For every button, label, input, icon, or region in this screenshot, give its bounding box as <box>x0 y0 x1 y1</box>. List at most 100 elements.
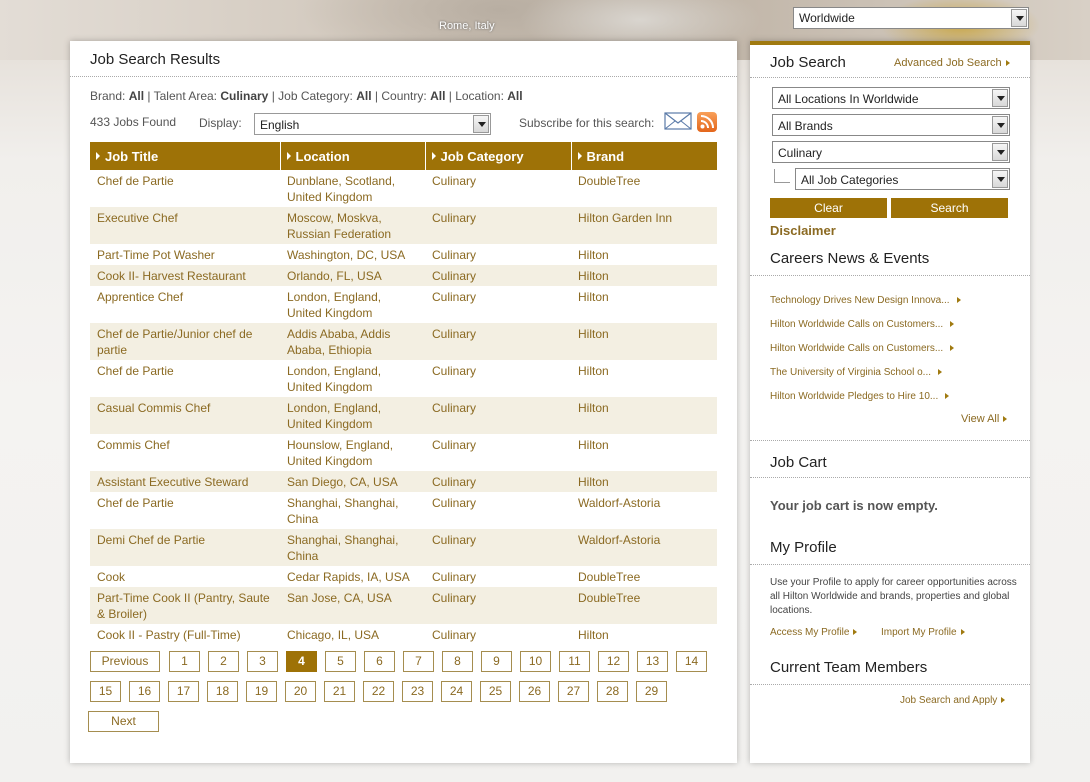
page-button[interactable]: 5 <box>325 651 356 672</box>
page-button[interactable]: 25 <box>480 681 511 702</box>
brand-select[interactable]: All Brands <box>772 114 1010 136</box>
table-row[interactable]: Cook II- Harvest Restaurant Orlando, FL, … <box>90 265 717 286</box>
page-button[interactable]: 8 <box>442 651 473 672</box>
table-row[interactable]: Cook II - Pastry (Full-Time) Chicago, IL,… <box>90 624 717 645</box>
table-row[interactable]: Assistant Executive Steward San Diego, CA… <box>90 471 717 492</box>
table-row[interactable]: Commis Chef Hounslow, England, United Kin… <box>90 434 717 471</box>
table-row[interactable]: Chef de Partie Dunblane, Scotland, United… <box>90 170 717 207</box>
job-title-cell[interactable]: Commis Chef <box>90 434 280 471</box>
language-select[interactable]: English <box>254 113 491 135</box>
table-row[interactable]: Chef de Partie London, England, United Ki… <box>90 360 717 397</box>
region-select[interactable]: Worldwide <box>793 7 1029 29</box>
access-profile-link[interactable]: Access My Profile <box>770 627 858 638</box>
page-button[interactable]: 6 <box>364 651 395 672</box>
category-cell: Culinary <box>432 174 477 188</box>
email-subscribe-icon[interactable] <box>664 111 692 131</box>
search-button[interactable]: Search <box>891 198 1008 218</box>
previous-page-button[interactable]: Previous <box>90 651 160 672</box>
page-button[interactable]: 3 <box>247 651 278 672</box>
page-button[interactable]: 20 <box>285 681 316 702</box>
location-cell: London, England, United Kingdom <box>287 290 382 320</box>
page-button[interactable]: 17 <box>168 681 199 702</box>
category-cell: Culinary <box>425 323 571 360</box>
job-title-cell[interactable]: Casual Commis Chef <box>90 397 280 434</box>
advanced-job-search-link[interactable]: Advanced Job Search <box>894 57 1010 69</box>
page-button[interactable]: 7 <box>403 651 434 672</box>
page-button[interactable]: 23 <box>402 681 433 702</box>
page-button[interactable]: 28 <box>597 681 628 702</box>
table-row[interactable]: Apprentice Chef London, England, United K… <box>90 286 717 323</box>
page-button[interactable]: 9 <box>481 651 512 672</box>
page-button[interactable]: 10 <box>520 651 551 672</box>
job-title-cell[interactable]: Chef de Partie <box>90 360 280 397</box>
job-title-cell[interactable]: Cook II- Harvest Restaurant <box>90 265 280 286</box>
talent-area-select[interactable]: Culinary <box>772 141 1010 163</box>
job-title-cell[interactable]: Part-Time Cook II (Pantry, Saute & Broil… <box>90 587 280 624</box>
page-button[interactable]: 13 <box>637 651 668 672</box>
job-title-cell[interactable]: Demi Chef de Partie <box>90 529 280 566</box>
brand-cell: DoubleTree <box>571 587 717 624</box>
column-header-job-category[interactable]: Job Category <box>425 142 572 170</box>
language-select-value: English <box>260 118 300 132</box>
job-title-cell[interactable]: Cook II - Pastry (Full-Time) <box>90 624 280 645</box>
arrow-right-icon <box>950 321 955 327</box>
results-table: Job Title Location Job Category Brand Ch… <box>90 142 717 645</box>
table-row[interactable]: Part-Time Cook II (Pantry, Saute & Broil… <box>90 587 717 624</box>
page-button[interactable]: 15 <box>90 681 121 702</box>
page-button[interactable]: 29 <box>636 681 667 702</box>
display-label: Display: <box>199 116 242 130</box>
divider <box>750 477 1030 478</box>
page-button[interactable]: 19 <box>246 681 277 702</box>
table-row[interactable]: Casual Commis Chef London, England, Unite… <box>90 397 717 434</box>
import-profile-link[interactable]: Import My Profile <box>881 627 965 638</box>
job-title-cell[interactable]: Chef de Partie <box>90 492 280 529</box>
table-row[interactable]: Part-Time Pot Washer Washington, DC, USA C… <box>90 244 717 265</box>
page-button[interactable]: 27 <box>558 681 589 702</box>
page-button[interactable]: 18 <box>207 681 238 702</box>
column-header-job-title[interactable]: Job Title <box>90 142 281 170</box>
disclaimer-link[interactable]: Disclaimer <box>770 223 836 238</box>
table-row[interactable]: Chef de Partie Shanghai, Shanghai, China C… <box>90 492 717 529</box>
page-button[interactable]: 24 <box>441 681 472 702</box>
page-button[interactable]: 22 <box>363 681 394 702</box>
job-title-cell[interactable]: Chef de Partie <box>90 170 280 207</box>
table-row[interactable]: Cook Cedar Rapids, IA, USA Culinary DoubleT… <box>90 566 717 587</box>
page-button[interactable]: 21 <box>324 681 355 702</box>
job-category-select[interactable]: All Job Categories <box>795 168 1010 190</box>
divider <box>750 440 1030 441</box>
location-select[interactable]: All Locations In Worldwide <box>772 87 1010 109</box>
page-button[interactable]: 11 <box>559 651 590 672</box>
page-button[interactable]: 4 <box>286 651 317 672</box>
clear-button[interactable]: Clear <box>770 198 887 218</box>
page-button[interactable]: 1 <box>169 651 200 672</box>
table-row[interactable]: Chef de Partie/Junior chef de partie Addi… <box>90 323 717 360</box>
next-page-button[interactable]: Next <box>88 711 159 732</box>
job-title-cell[interactable]: Chef de Partie/Junior chef de partie <box>90 323 280 360</box>
view-all-link[interactable]: View All <box>961 413 1008 425</box>
column-header-location[interactable]: Location <box>280 142 426 170</box>
page-button[interactable]: 14 <box>676 651 707 672</box>
rss-icon[interactable] <box>697 112 717 132</box>
page-button[interactable]: 2 <box>208 651 239 672</box>
job-title-cell[interactable]: Apprentice Chef <box>90 286 280 323</box>
table-row[interactable]: Demi Chef de Partie Shanghai, Shanghai, C… <box>90 529 717 566</box>
job-title-cell[interactable]: Part-Time Pot Washer <box>90 244 280 265</box>
page-button[interactable]: 12 <box>598 651 629 672</box>
news-item-link[interactable]: Hilton Worldwide Pledges to Hire 10... <box>770 391 950 402</box>
column-header-brand[interactable]: Brand <box>571 142 717 170</box>
news-item-link[interactable]: Hilton Worldwide Calls on Customers... <box>770 343 955 354</box>
table-row[interactable]: Executive Chef Moscow, Moskva, Russian Fe… <box>90 207 717 244</box>
category-cell: Culinary <box>425 471 571 492</box>
news-item-link[interactable]: Technology Drives New Design Innova... <box>770 295 961 306</box>
news-item-link[interactable]: Hilton Worldwide Calls on Customers... <box>770 319 955 330</box>
job-search-apply-link[interactable]: Job Search and Apply <box>900 695 1006 706</box>
category-cell: Culinary <box>432 496 477 510</box>
news-item-link[interactable]: The University of Virginia School o... <box>770 367 943 378</box>
page-button[interactable]: 26 <box>519 681 550 702</box>
page-button[interactable]: 16 <box>129 681 160 702</box>
job-search-heading: Job Search <box>770 54 846 71</box>
job-title-cell[interactable]: Cook <box>90 566 280 587</box>
job-title-cell[interactable]: Executive Chef <box>90 207 280 244</box>
job-title-cell[interactable]: Assistant Executive Steward <box>90 471 280 492</box>
location-select-value: All Locations In Worldwide <box>778 92 919 106</box>
